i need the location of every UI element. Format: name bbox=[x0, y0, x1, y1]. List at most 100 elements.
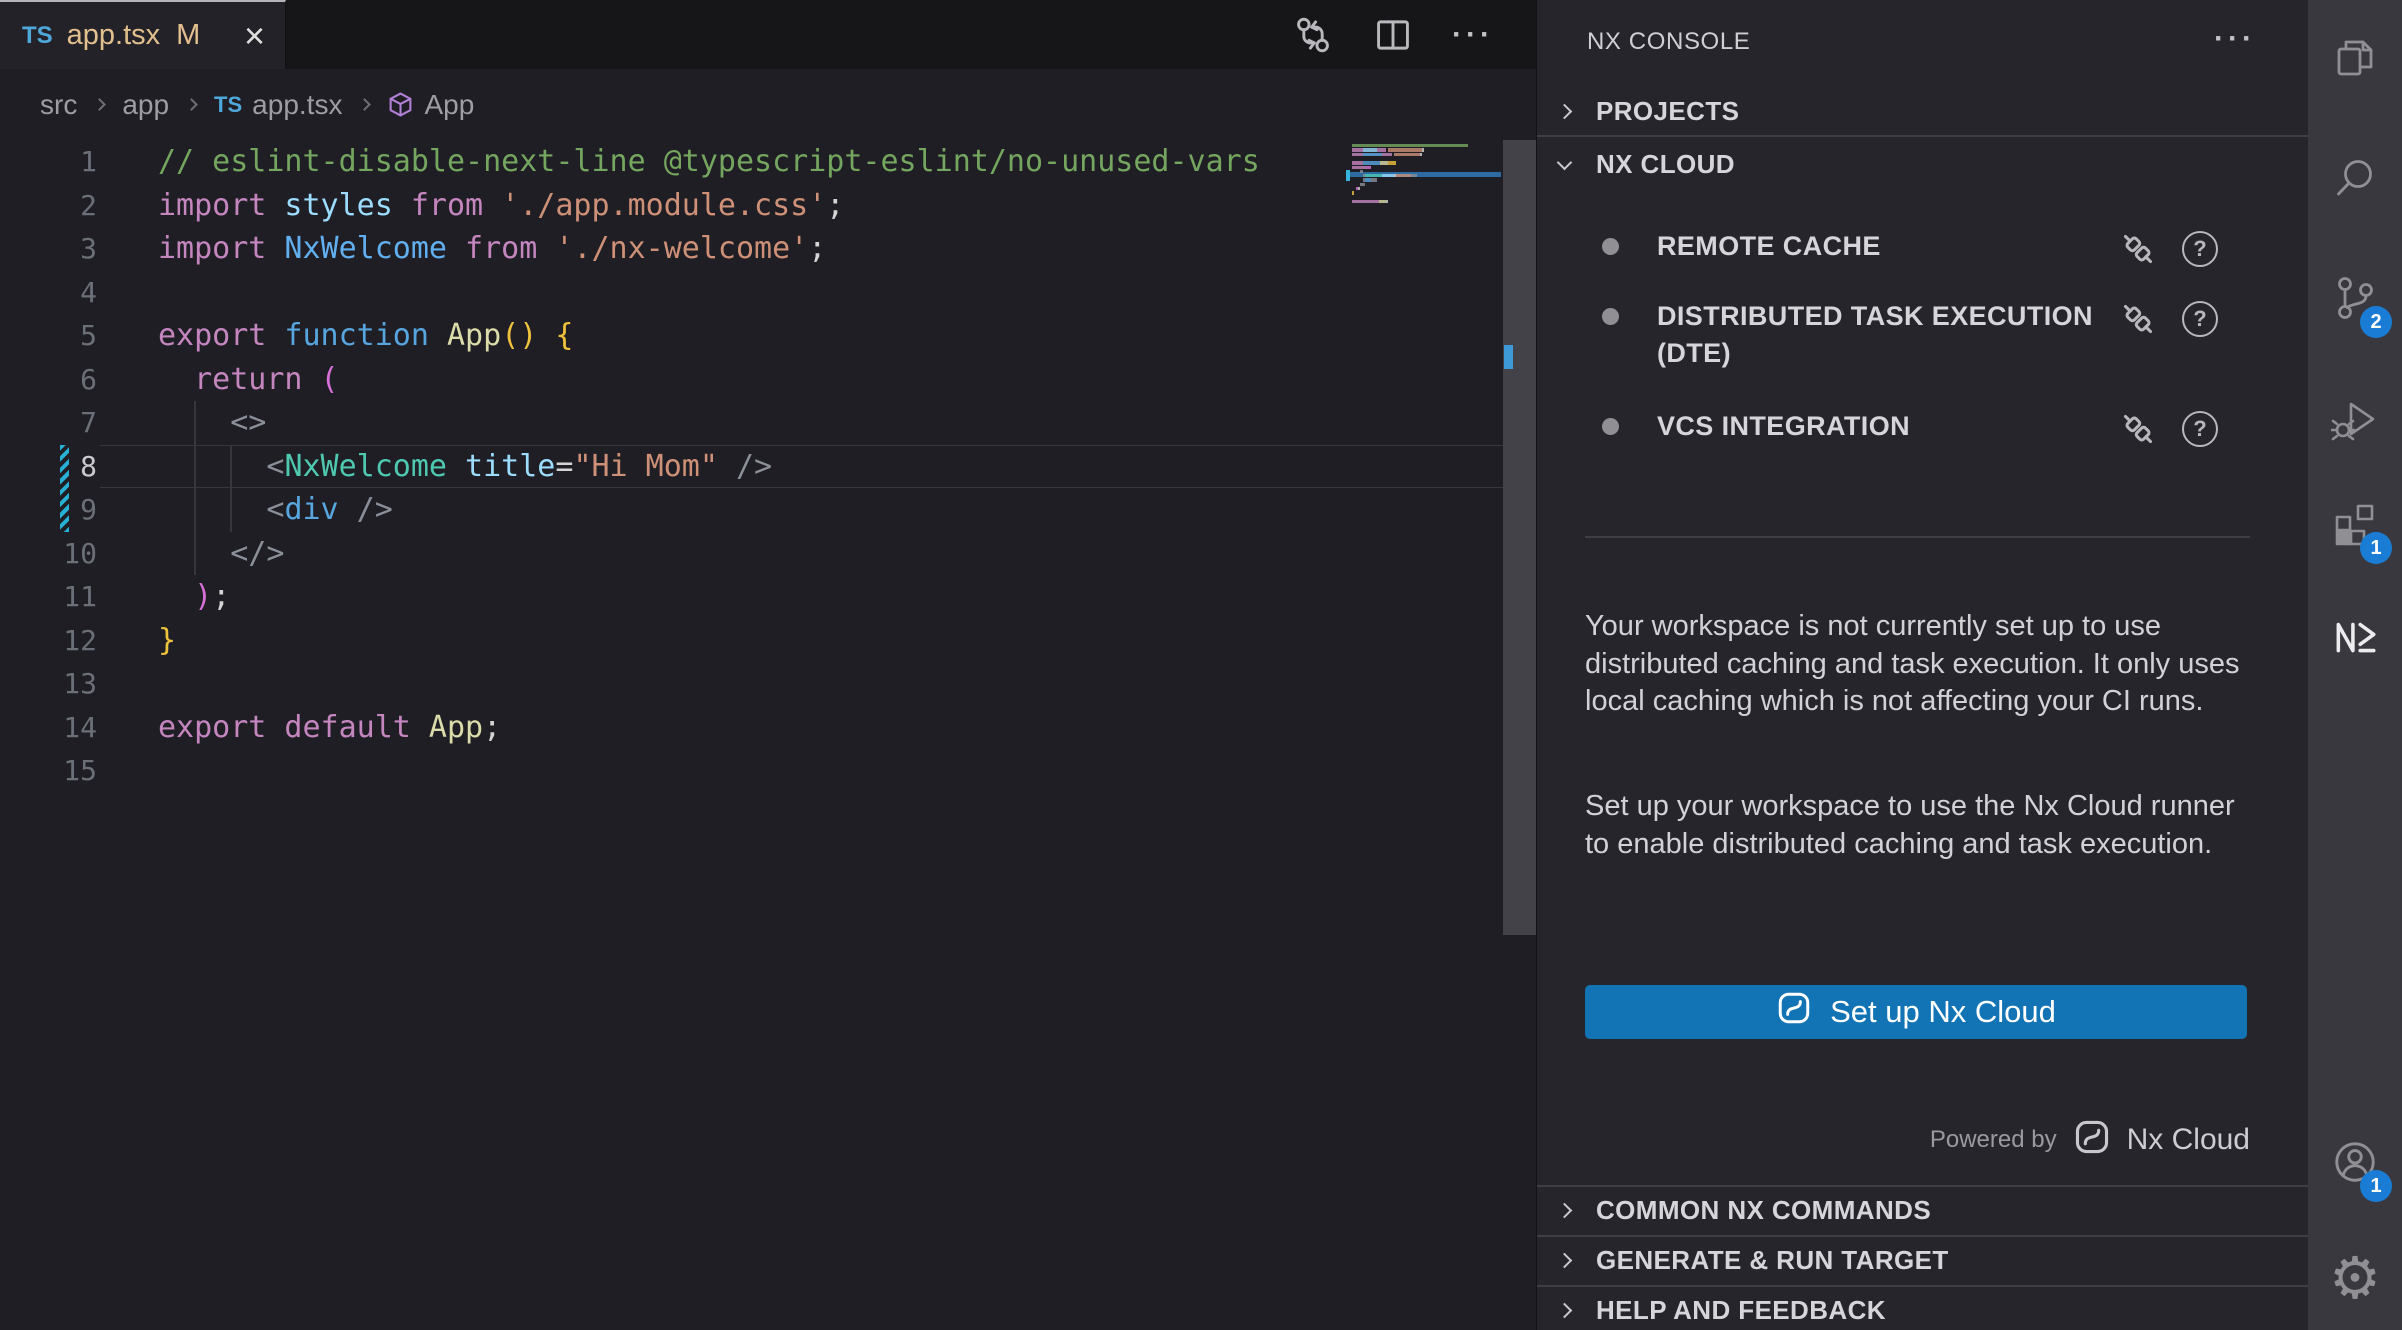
section-generate-run-target[interactable]: GENERATE & RUN TARGET bbox=[1537, 1235, 2308, 1283]
chevron-right-icon bbox=[185, 98, 198, 111]
line-number: 9 bbox=[0, 488, 97, 532]
activity-bar: 2 1 1 ⚙ bbox=[2308, 0, 2402, 1330]
code-line[interactable]: 15 bbox=[0, 749, 1503, 793]
section-label: GENERATE & RUN TARGET bbox=[1596, 1245, 1949, 1276]
open-changes-button[interactable] bbox=[1290, 12, 1336, 58]
activity-item-explorer[interactable] bbox=[2308, 10, 2402, 106]
activity-item-extensions[interactable]: 1 bbox=[2308, 476, 2402, 572]
tab-app-tsx[interactable]: TS app.tsx M × bbox=[0, 0, 286, 69]
section-nx-cloud[interactable]: NX CLOUD bbox=[1537, 137, 2308, 192]
nx-cloud-brand: Nx Cloud bbox=[2127, 1123, 2250, 1157]
line-number: 11 bbox=[0, 575, 97, 619]
feature-label: REMOTE CACHE bbox=[1657, 228, 2117, 283]
split-editor-button[interactable] bbox=[1370, 12, 1416, 58]
code-line[interactable]: 11 ); bbox=[0, 575, 1503, 619]
section-projects[interactable]: PROJECTS bbox=[1537, 88, 2308, 135]
connect-icon[interactable] bbox=[2117, 408, 2159, 450]
ts-icon: TS bbox=[214, 92, 242, 118]
line-number: 14 bbox=[0, 706, 97, 750]
section-label: HELP AND FEEDBACK bbox=[1596, 1295, 1886, 1326]
breadcrumb-item-src[interactable]: src bbox=[40, 89, 77, 121]
code-line[interactable]: 7 <> bbox=[0, 401, 1503, 445]
feature-row-distributed: DISTRIBUTED TASK EXECUTION (DTE)? bbox=[1537, 298, 2221, 393]
section-label: COMMON NX COMMANDS bbox=[1596, 1195, 1931, 1226]
editor-scrollbar[interactable] bbox=[1503, 140, 1536, 1330]
minimap-line bbox=[1352, 170, 1363, 173]
setup-hint-text: Set up your workspace to use the Nx Clou… bbox=[1585, 788, 2255, 863]
more-actions-icon[interactable]: ··· bbox=[2214, 22, 2256, 56]
activity-item-search[interactable] bbox=[2308, 130, 2402, 226]
count-badge: 1 bbox=[2360, 532, 2392, 564]
nx-cloud-icon bbox=[2073, 1118, 2111, 1161]
minimap-line bbox=[1352, 148, 1424, 151]
minimap-line bbox=[1352, 161, 1396, 164]
count-badge: 1 bbox=[2360, 1170, 2392, 1202]
code-line[interactable]: 5export function App() { bbox=[0, 314, 1503, 358]
tab-bar: TS app.tsx M × ··· bbox=[0, 0, 1536, 69]
vscode-window: TS app.tsx M × ··· src app TSapp.tsx App 1/… bbox=[0, 0, 2402, 1330]
connect-icon[interactable] bbox=[2117, 298, 2159, 340]
line-number: 8 bbox=[0, 445, 97, 489]
line-number: 15 bbox=[0, 749, 97, 793]
activity-item-source-control[interactable]: 2 bbox=[2308, 250, 2402, 346]
symbol-module-icon bbox=[387, 91, 414, 118]
breadcrumb-item-app[interactable]: App bbox=[387, 89, 474, 121]
code-line[interactable]: 1// eslint-disable-next-line @typescript… bbox=[0, 140, 1503, 184]
minimap-line bbox=[1352, 183, 1365, 186]
editor-group: TS app.tsx M × ··· src app TSapp.tsx App 1/… bbox=[0, 0, 1536, 1330]
code-line[interactable]: 13 bbox=[0, 662, 1503, 706]
more-actions-button[interactable]: ··· bbox=[1450, 12, 1496, 58]
activity-item-accounts[interactable]: 1 bbox=[2308, 1114, 2402, 1210]
code-line[interactable]: 10 </> bbox=[0, 532, 1503, 576]
powered-by-label: Powered by bbox=[1930, 1126, 2057, 1154]
status-dot-icon bbox=[1602, 418, 1619, 435]
code-line[interactable]: 9 <div /> bbox=[0, 488, 1503, 532]
chevron-down-icon bbox=[1557, 155, 1573, 171]
activity-item-run-and-debug[interactable] bbox=[2308, 372, 2402, 468]
ts-icon: TS bbox=[22, 22, 53, 50]
code-line[interactable]: 2import styles from './app.module.css'; bbox=[0, 184, 1503, 228]
count-badge: 2 bbox=[2360, 306, 2392, 338]
minimap-line bbox=[1352, 191, 1354, 194]
section-common-nx-commands[interactable]: COMMON NX COMMANDS bbox=[1537, 1185, 2308, 1233]
modified-badge: M bbox=[176, 19, 200, 52]
scrollbar-slider[interactable] bbox=[1503, 140, 1536, 935]
code-line[interactable]: 3import NxWelcome from './nx-welcome'; bbox=[0, 227, 1503, 271]
connect-icon[interactable] bbox=[2117, 228, 2159, 270]
line-number: 3 bbox=[0, 227, 97, 271]
status-dot-icon bbox=[1602, 238, 1619, 255]
minimap[interactable] bbox=[1346, 140, 1503, 1330]
code-line[interactable]: 12} bbox=[0, 619, 1503, 663]
line-number: 13 bbox=[0, 662, 97, 706]
nx-cloud-icon bbox=[1776, 990, 1812, 1034]
workspace-status-text: Your workspace is not currently set up t… bbox=[1585, 608, 2255, 721]
minimap-line bbox=[1352, 166, 1371, 169]
status-dot-icon bbox=[1602, 308, 1619, 325]
breadcrumb-label: App bbox=[424, 89, 474, 121]
chevron-right-icon bbox=[359, 98, 372, 111]
section-help-and-feedback[interactable]: HELP AND FEEDBACK bbox=[1537, 1285, 2308, 1330]
code-line[interactable]: 6 return ( bbox=[0, 358, 1503, 402]
code-editor[interactable]: 1// eslint-disable-next-line @typescript… bbox=[0, 140, 1536, 1330]
setup-nx-cloud-button[interactable]: Set up Nx Cloud bbox=[1585, 985, 2247, 1039]
code-lines: 1// eslint-disable-next-line @typescript… bbox=[0, 140, 1503, 793]
code-line[interactable]: 14export default App; bbox=[0, 706, 1503, 750]
help-icon[interactable]: ? bbox=[2179, 408, 2221, 450]
help-icon[interactable]: ? bbox=[2179, 228, 2221, 270]
activity-item-nx-console[interactable] bbox=[2308, 588, 2402, 684]
panel-title: NX CONSOLE bbox=[1587, 28, 1750, 56]
line-number: 6 bbox=[0, 358, 97, 402]
help-icon[interactable]: ? bbox=[2179, 298, 2221, 340]
line-number: 7 bbox=[0, 401, 97, 445]
close-icon[interactable]: × bbox=[244, 18, 265, 54]
line-number: 4 bbox=[0, 271, 97, 315]
minimap-line bbox=[1352, 153, 1422, 156]
feature-row-remote: REMOTE CACHE? bbox=[1537, 228, 2221, 283]
activity-item-manage-settings[interactable]: ⚙ bbox=[2308, 1230, 2402, 1326]
code-line[interactable]: 8 <NxWelcome title="Hi Mom" /> bbox=[0, 445, 1503, 489]
minimap-line bbox=[1352, 174, 1417, 177]
line-number: 2 bbox=[0, 184, 97, 228]
breadcrumb-item-app[interactable]: app bbox=[122, 89, 169, 121]
code-line[interactable]: 4 bbox=[0, 271, 1503, 315]
breadcrumb-item-app-tsx[interactable]: TSapp.tsx bbox=[214, 89, 342, 121]
